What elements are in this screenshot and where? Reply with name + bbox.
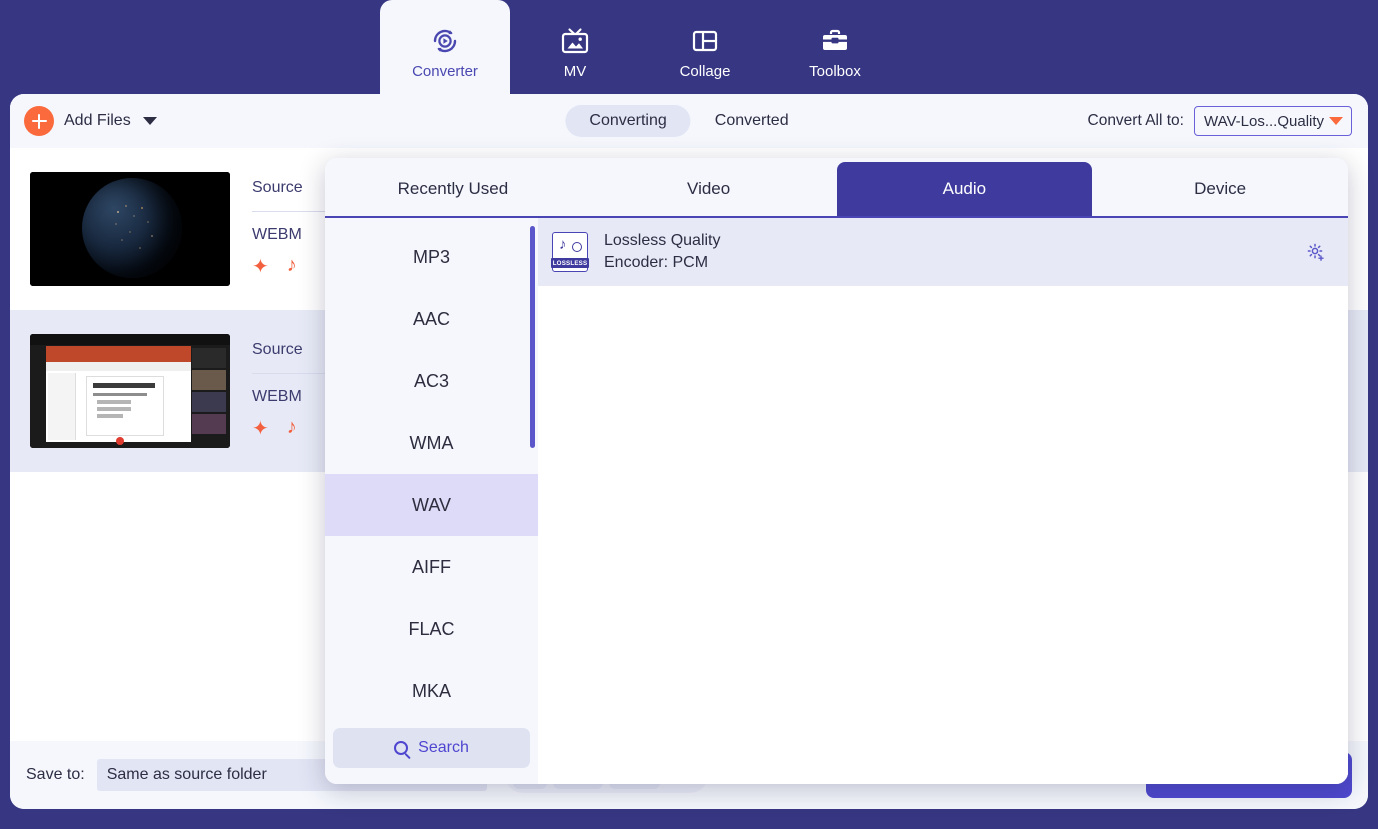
preset-title: Lossless Quality [604,232,721,249]
app-window: Converter MV Collage Toolbox Add Files C… [0,0,1378,829]
tab-video[interactable]: Video [581,162,837,216]
converter-icon [428,24,462,58]
nav-item-toolbox[interactable]: Toolbox [770,0,900,96]
tab-converted[interactable]: Converted [691,105,813,137]
nav-label-toolbox: Toolbox [809,62,861,80]
preset-encoder: Encoder: PCM [604,254,709,271]
nav-label-collage: Collage [679,62,731,80]
add-files-label: Add Files [64,112,131,129]
converting-converted-tabs: Converting Converted [565,105,812,137]
tab-recently-used[interactable]: Recently Used [325,162,581,216]
plus-icon [24,106,54,136]
format-dropdown-panel: Recently Used Video Audio Device MP3 AAC… [325,158,1348,784]
tab-device[interactable]: Device [1092,162,1348,216]
file-thumbnail [30,334,230,448]
collage-icon [688,24,722,58]
format-list-scrollbar[interactable] [530,226,535,448]
nav-items: Converter MV Collage Toolbox [380,0,900,96]
nav-item-converter[interactable]: Converter [380,0,510,96]
save-to-label: Save to: [26,766,85,783]
list-item[interactable]: ♪ LOSSLESS Lossless Quality Encoder: PCM… [538,218,1348,286]
magic-star-icon[interactable]: ✦ [252,254,269,279]
nav-label-mv: MV [563,62,587,80]
tab-audio[interactable]: Audio [836,162,1093,216]
format-item-mp3[interactable]: MP3 [325,226,538,288]
search-button[interactable]: Search [333,728,530,768]
format-item-wma[interactable]: WMA [325,412,538,474]
nav-label-converter: Converter [412,62,478,80]
mv-icon [558,24,592,58]
format-item-aiff[interactable]: AIFF [325,536,538,598]
lossless-audio-icon: ♪ LOSSLESS [550,232,590,272]
convert-all-to-value: WAV-Los...Quality [1204,112,1325,130]
convert-all-to-label: Convert All to: [1087,112,1185,129]
converter-toolbar: Add Files Converting Converted Convert A… [10,94,1368,148]
gear-plus-icon[interactable] [1306,242,1326,262]
lossless-badge: LOSSLESS [550,258,590,268]
format-item-aac[interactable]: AAC [325,288,538,350]
search-label: Search [418,739,469,756]
magic-star-icon[interactable]: ✦ [252,416,269,441]
file-thumbnail [30,172,230,286]
top-navigation-bar: Converter MV Collage Toolbox [0,0,1378,96]
format-preset-list: ♪ LOSSLESS Lossless Quality Encoder: PCM… [538,218,1348,784]
audio-edit-icon[interactable]: ♪ [287,416,297,441]
format-item-ac3[interactable]: AC3 [325,350,538,412]
convert-all-to-group: Convert All to: WAV-Los...Quality [1087,106,1352,136]
tab-converting[interactable]: Converting [565,105,691,137]
format-category-tabs: Recently Used Video Audio Device [325,158,1348,218]
format-panel-body: MP3 AAC AC3 WMA WAV AIFF FLAC MKA Search [325,218,1348,784]
format-item-wav[interactable]: WAV [325,474,538,536]
add-files-button[interactable]: Add Files [24,106,157,136]
convert-all-to-select[interactable]: WAV-Los...Quality [1194,106,1352,136]
save-to-value: Same as source folder [106,766,267,783]
format-search-wrap: Search [333,728,530,768]
preset-texts: Lossless Quality Encoder: PCM [604,232,721,272]
nav-item-mv[interactable]: MV [510,0,640,96]
chevron-down-icon[interactable] [142,117,157,125]
format-item-mka[interactable]: MKA [325,660,538,722]
format-list: MP3 AAC AC3 WMA WAV AIFF FLAC MKA Search [325,218,538,784]
search-icon [394,741,409,755]
format-item-flac[interactable]: FLAC [325,598,538,660]
toolbox-icon [818,24,852,58]
audio-edit-icon[interactable]: ♪ [287,254,297,279]
nav-item-collage[interactable]: Collage [640,0,770,96]
chevron-down-icon [1329,117,1343,125]
